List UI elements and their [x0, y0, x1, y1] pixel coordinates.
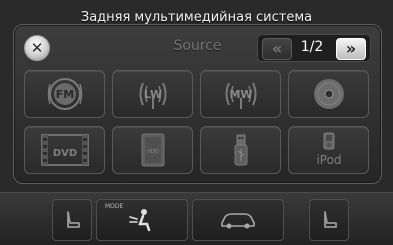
source-tile-fm[interactable]: FM — [24, 70, 105, 118]
next-page-button[interactable]: » — [336, 38, 366, 60]
source-panel: ✕ Source « 1/2 » FM LW MW DVD HDD iPod — [13, 24, 382, 184]
source-label-hdd: HDD — [147, 149, 159, 155]
car-button[interactable] — [192, 199, 284, 241]
airflow-mode-icon — [129, 209, 151, 232]
page-indicator: 1/2 — [300, 39, 324, 55]
lw-radio-icon: LW — [139, 82, 166, 109]
previous-page-button[interactable]: « — [262, 38, 292, 60]
dvd-icon: DVD — [40, 134, 89, 166]
seat-heater-right-icon — [324, 211, 337, 228]
disc-icon — [313, 79, 344, 109]
source-tile-disc[interactable] — [288, 70, 369, 118]
window-title: Задняя мультимедийная система — [80, 10, 313, 25]
ipod-icon: iPod — [316, 132, 341, 167]
source-label-dvd: DVD — [52, 148, 76, 159]
bottom-control-bar: MODE — [0, 192, 393, 245]
source-label-fm: FM — [55, 88, 73, 101]
fm-radio-icon: FM — [47, 78, 82, 110]
source-grid: FM LW MW DVD HDD iPod — [24, 70, 370, 174]
mw-radio-icon: MW — [225, 82, 256, 109]
source-label-lw: LW — [143, 88, 161, 101]
seat-heater-left-button[interactable] — [52, 199, 92, 241]
source-tile-lw[interactable]: LW — [112, 70, 193, 118]
source-tile-ipod[interactable]: iPod — [288, 126, 369, 174]
source-tile-dvd[interactable]: DVD — [24, 126, 105, 174]
source-tile-usb[interactable] — [200, 126, 281, 174]
hdd-icon: HDD — [141, 133, 164, 167]
source-tile-mw[interactable]: MW — [200, 70, 281, 118]
pager: « 1/2 » — [257, 34, 371, 62]
usb-icon — [234, 134, 247, 166]
airflow-mode-button[interactable]: MODE — [96, 199, 188, 241]
source-label-mw: MW — [229, 88, 252, 101]
source-label-ipod: iPod — [316, 153, 341, 167]
seat-heater-right-button[interactable] — [309, 199, 349, 241]
source-tile-hdd[interactable]: HDD — [112, 126, 193, 174]
mode-label: MODE — [105, 203, 124, 210]
car-icon — [221, 213, 255, 229]
seat-heater-left-icon — [67, 211, 80, 228]
